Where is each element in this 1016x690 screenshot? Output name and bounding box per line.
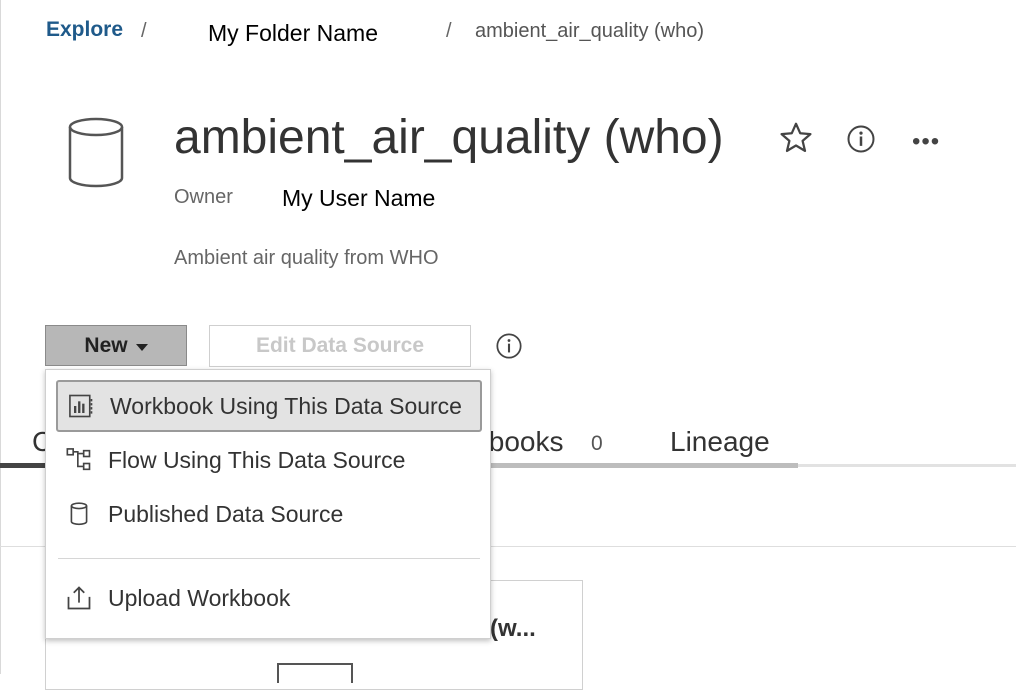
- info-icon[interactable]: [846, 124, 876, 159]
- flow-icon: [64, 445, 94, 475]
- caret-down-icon: [135, 343, 148, 351]
- workbook-chart-icon: [66, 391, 96, 421]
- owner-name-link[interactable]: My User Name: [282, 185, 435, 212]
- menu-item-workbook[interactable]: Workbook Using This Data Source: [56, 380, 482, 432]
- menu-item-published-data-source[interactable]: Published Data Source: [56, 488, 482, 540]
- favorite-star-icon[interactable]: [778, 120, 814, 161]
- card-thumbnail: [277, 663, 353, 683]
- menu-item-label: Published Data Source: [108, 500, 344, 527]
- left-border: [0, 0, 1, 674]
- new-button-label: New: [84, 333, 128, 357]
- menu-item-upload-workbook[interactable]: Upload Workbook: [56, 572, 482, 624]
- new-dropdown-menu: Workbook Using This Data Source Flow Usi…: [45, 369, 491, 639]
- tab-indicator: [490, 463, 798, 468]
- upload-icon: [64, 583, 94, 613]
- breadcrumb-separator: /: [446, 20, 452, 42]
- menu-divider: [58, 558, 480, 559]
- card-title: (w...: [490, 615, 536, 642]
- menu-item-flow[interactable]: Flow Using This Data Source: [56, 434, 482, 486]
- tab-lineage[interactable]: Lineage: [670, 426, 770, 458]
- tab-workbooks[interactable]: tbooks: [481, 426, 570, 458]
- datasource-icon: [64, 499, 94, 529]
- edit-data-source-label: Edit Data Source: [255, 334, 425, 357]
- owner-label: Owner: [174, 186, 233, 208]
- new-button[interactable]: New: [45, 325, 187, 366]
- page-title: ambient_air_quality (who): [174, 111, 724, 164]
- more-actions-icon[interactable]: •••: [912, 128, 940, 156]
- tab-active-indicator: [0, 463, 46, 468]
- breadcrumb-separator: /: [141, 20, 147, 42]
- datasource-description: Ambient air quality from WHO: [174, 247, 439, 269]
- edit-data-source-button[interactable]: Edit Data Source: [209, 325, 471, 367]
- info-icon[interactable]: [495, 332, 523, 365]
- menu-item-label: Flow Using This Data Source: [108, 446, 406, 473]
- menu-item-label: Upload Workbook: [108, 584, 291, 611]
- datasource-icon: [66, 116, 126, 195]
- menu-item-label: Workbook Using This Data Source: [110, 392, 462, 419]
- tab-workbooks-count: 0: [591, 432, 603, 455]
- breadcrumb-current: ambient_air_quality (who): [475, 20, 705, 42]
- breadcrumb-explore-link[interactable]: Explore: [46, 18, 123, 42]
- breadcrumb-folder-link[interactable]: My Folder Name: [208, 20, 378, 47]
